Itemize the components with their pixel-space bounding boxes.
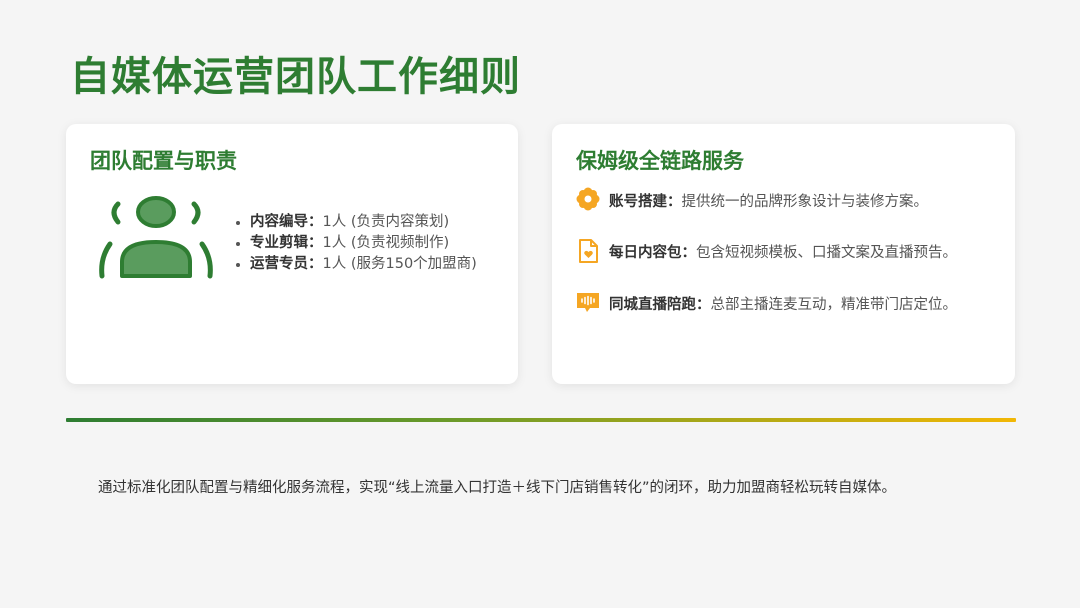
service-item-account-setup: 账号搭建：提供统一的品牌形象设计与装修方案。 — [576, 187, 996, 215]
summary-text: 通过标准化团队配置与精细化服务流程，实现“线上流量入口打造＋线下门店销售转化”的… — [98, 480, 897, 496]
service-desc: 提供统一的品牌形象设计与装修方案。 — [681, 194, 929, 210]
service-card: 保姆级全链路服务 账号搭建：提供统一的品牌形象设计与装修方案。 每日内容包：包含… — [552, 124, 1015, 384]
role-desc: 1人 (负责视频制作) — [322, 235, 450, 251]
role-item: 专业剪辑：1人 (负责视频制作) — [234, 233, 477, 254]
service-item-daily-content: 每日内容包：包含短视频模板、口播文案及直播预告。 — [576, 238, 996, 266]
service-text: 账号搭建：提供统一的品牌形象设计与装修方案。 — [609, 192, 928, 212]
role-list: 内容编导：1人 (负责内容策划) 专业剪辑：1人 (负责视频制作) 运营专员：1… — [234, 212, 477, 275]
role-desc: 1人 (服务150个加盟商) — [322, 256, 477, 272]
team-people-icon — [99, 196, 213, 279]
role-item: 运营专员：1人 (服务150个加盟商) — [234, 254, 477, 275]
service-card-title: 保姆级全链路服务 — [576, 149, 744, 173]
role-item: 内容编导：1人 (负责内容策划) — [234, 212, 477, 233]
role-name: 运营专员： — [250, 256, 323, 272]
service-name: 账号搭建： — [609, 194, 682, 210]
service-name: 同城直播陪跑： — [609, 297, 711, 313]
team-config-card: 团队配置与职责 内容编导：1人 (负责内容策划) 专业剪辑：1人 (负责视频制作… — [66, 124, 518, 384]
service-item-live-streaming: 同城直播陪跑：总部主播连麦互动，精准带门店定位。 — [576, 290, 996, 318]
role-desc: 1人 (负责内容策划) — [322, 214, 450, 230]
service-desc: 总部主播连麦互动，精准带门店定位。 — [710, 297, 958, 313]
document-heart-icon — [579, 239, 598, 263]
service-text: 同城直播陪跑：总部主播连麦互动，精准带门店定位。 — [609, 295, 957, 315]
service-name: 每日内容包： — [609, 245, 696, 261]
service-text: 每日内容包：包含短视频模板、口播文案及直播预告。 — [609, 243, 957, 263]
service-desc: 包含短视频模板、口播文案及直播预告。 — [696, 245, 957, 261]
role-name: 专业剪辑： — [250, 235, 323, 251]
team-card-title: 团队配置与职责 — [90, 149, 237, 173]
page-title: 自媒体运营团队工作细则 — [70, 53, 521, 100]
role-name: 内容编导： — [250, 214, 323, 230]
flower-gear-icon — [576, 187, 600, 211]
live-broadcast-icon — [577, 293, 599, 312]
gradient-divider — [66, 418, 1016, 422]
